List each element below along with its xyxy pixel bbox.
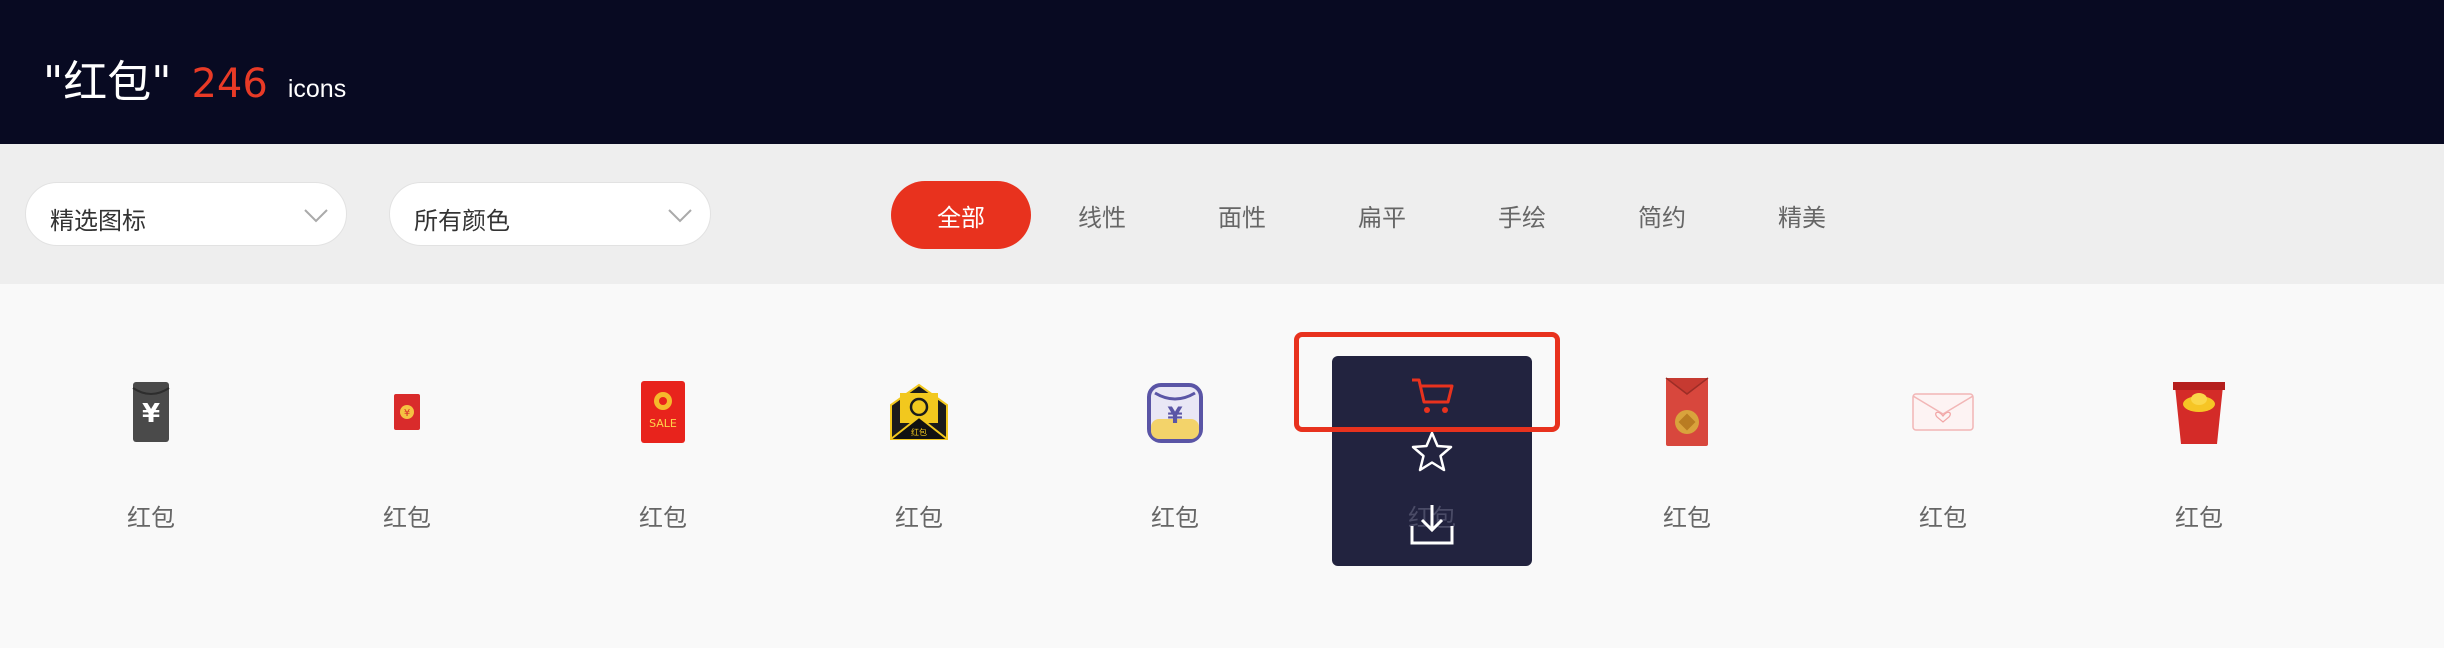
red-envelope-coin-icon: [1637, 364, 1737, 460]
svg-text:红包: 红包: [911, 427, 927, 437]
style-tab-all[interactable]: 全部: [891, 181, 1031, 249]
result-count: 246: [191, 61, 268, 107]
filter-bar: 精选图标 所有颜色 全部 线性 面性 扁平 手绘 简约 精美: [0, 144, 2444, 284]
black-gold-envelope-icon: 红包: [869, 364, 969, 460]
style-tab-exquisite[interactable]: 精美: [1732, 181, 1872, 249]
icon-name: 红包: [2175, 504, 2223, 532]
icon-name: 红包: [127, 504, 175, 532]
cart-highlight-box: [1294, 332, 1560, 432]
icon-grid: ¥ 红包 ¥ 红包 SALE 红包 红包 红包 ¥ 红包 红包 红包 红包: [0, 284, 2444, 648]
icon-name: 红包: [639, 504, 687, 532]
icon-name: 红包: [895, 504, 943, 532]
svg-text:SALE: SALE: [649, 417, 677, 430]
icon-card[interactable]: ¥ 红包: [307, 284, 507, 584]
style-tab-fill[interactable]: 面性: [1172, 181, 1312, 249]
svg-text:¥: ¥: [142, 399, 160, 429]
black-envelope-yen-icon: ¥: [101, 364, 201, 460]
svg-text:¥: ¥: [1167, 404, 1183, 429]
jar-yen-icon: ¥: [1125, 364, 1225, 460]
color-select-value: 所有颜色: [414, 207, 510, 235]
red-envelope-gold-ingot-icon: [2149, 364, 2249, 460]
style-tab-handdrawn[interactable]: 手绘: [1452, 181, 1592, 249]
icon-card[interactable]: 红包: [2099, 284, 2299, 584]
icon-name: 红包: [1151, 504, 1199, 532]
icon-name: 红包: [1919, 504, 1967, 532]
icon-card[interactable]: SALE 红包: [563, 284, 763, 584]
icon-card[interactable]: 红包: [1587, 284, 1787, 584]
color-select[interactable]: 所有颜色: [389, 182, 711, 246]
small-red-envelope-yen-icon: ¥: [357, 364, 457, 460]
icon-card[interactable]: ¥ 红包: [1075, 284, 1275, 584]
style-tab-line[interactable]: 线性: [1032, 181, 1172, 249]
chevron-down-icon: [668, 209, 692, 223]
icon-type-select-value: 精选图标: [50, 207, 146, 235]
chevron-down-icon: [304, 209, 328, 223]
red-envelope-sale-icon: SALE: [613, 364, 713, 460]
search-header: "红包" 246 icons: [0, 0, 2444, 144]
icon-type-select[interactable]: 精选图标: [25, 182, 347, 246]
icon-card[interactable]: 红包 红包: [819, 284, 1019, 584]
result-unit: icons: [287, 75, 347, 103]
download-icon[interactable]: [1402, 494, 1462, 554]
style-tab-flat[interactable]: 扁平: [1312, 181, 1452, 249]
style-tab-simple[interactable]: 简约: [1592, 181, 1732, 249]
pink-heart-envelope-icon: [1893, 364, 1993, 460]
result-title: "红包" 246 icons: [43, 46, 347, 108]
icon-name: 红包: [1663, 504, 1711, 532]
svg-text:¥: ¥: [404, 408, 410, 419]
icon-card[interactable]: ¥ 红包: [51, 284, 251, 584]
search-query: "红包": [43, 57, 172, 108]
icon-card[interactable]: 红包: [1843, 284, 2043, 584]
icon-name: 红包: [383, 504, 431, 532]
